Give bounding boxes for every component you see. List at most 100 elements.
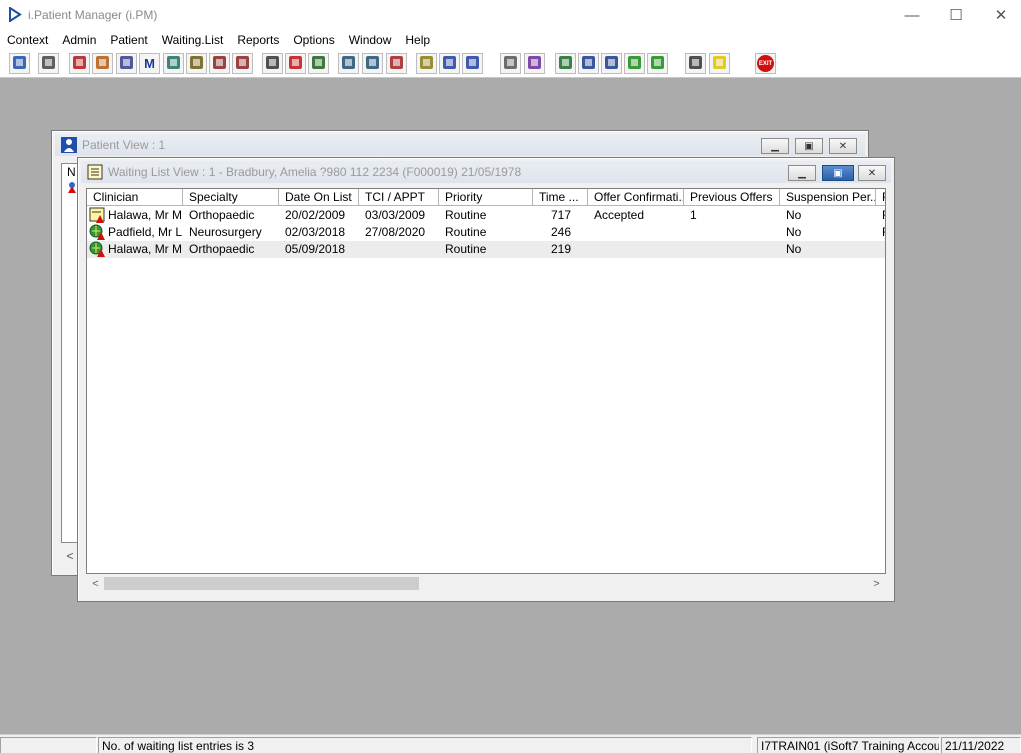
blank-document-toolbar-button[interactable]: [500, 53, 521, 74]
cell-time: 219: [550, 242, 571, 256]
menu-waiting-list[interactable]: Waiting.List: [155, 30, 231, 50]
clock-toolbar-button[interactable]: [285, 53, 306, 74]
horizontal-scrollbar[interactable]: < >: [87, 575, 885, 592]
menu-patient[interactable]: Patient: [103, 30, 154, 50]
ambulance-alt-icon: [234, 54, 251, 74]
grid-header: Clinician Specialty Date On List TCI / APPT…: [87, 189, 885, 206]
id-card-icon: [340, 54, 357, 74]
cell-date-on-list: 05/09/2018: [285, 242, 346, 256]
column-header-0[interactable]: Clinician: [87, 189, 183, 206]
patient-view-close-button[interactable]: ✕: [829, 138, 857, 154]
waiting-list-alert-icon: [89, 207, 106, 224]
cell-suspension: No: [786, 208, 802, 222]
id-card-toolbar-button[interactable]: [338, 53, 359, 74]
memo-toolbar-button[interactable]: [416, 53, 437, 74]
column-header-2[interactable]: Date On List: [279, 189, 359, 206]
green-arrow-down-toolbar-button[interactable]: [624, 53, 645, 74]
status-entries: No. of waiting list entries is 3: [98, 737, 752, 753]
exit-toolbar-button[interactable]: EXIT: [755, 53, 776, 74]
card-edit-icon: [364, 54, 381, 74]
green-arrow-up-toolbar-button[interactable]: [647, 53, 668, 74]
cell-clinician: Halawa, Mr M: [108, 242, 183, 256]
cell-specialty: Orthopaedic: [189, 242, 255, 256]
globe-icon: [557, 54, 574, 74]
checklist-down-toolbar-button[interactable]: [601, 53, 622, 74]
patient-view-minimize-button[interactable]: ▁: [761, 138, 789, 154]
column-header-4[interactable]: Priority: [439, 189, 533, 206]
patient-icon: [61, 137, 77, 153]
notepad-toolbar-button[interactable]: [186, 53, 207, 74]
close-button[interactable]: ✕: [978, 0, 1021, 30]
column-header-9[interactable]: F: [876, 189, 885, 206]
bed-toolbar-button[interactable]: [439, 53, 460, 74]
doctor-toolbar-button[interactable]: [163, 53, 184, 74]
swap-arrows-toolbar-button[interactable]: [685, 53, 706, 74]
table-row[interactable]: Padfield, Mr L Neurosurgery 02/03/2018 27/0…: [87, 224, 885, 241]
cell-extra: F: [882, 224, 885, 241]
clock-icon: [287, 54, 304, 74]
clock-cancel-toolbar-button[interactable]: [386, 53, 407, 74]
column-header-3[interactable]: TCI / APPT: [359, 189, 439, 206]
patient-view-titlebar[interactable]: Patient View : 1 ▁ ▣ ✕: [55, 134, 865, 156]
minimize-button[interactable]: —: [889, 0, 935, 30]
status-pane-empty: [0, 737, 97, 753]
printer-toolbar-button[interactable]: [38, 53, 59, 74]
house-toolbar-button[interactable]: [92, 53, 113, 74]
book-toolbar-button[interactable]: [69, 53, 90, 74]
clock-cancel-icon: [388, 54, 405, 74]
cell-suspension: No: [786, 225, 802, 239]
menu-reports[interactable]: Reports: [230, 30, 286, 50]
bar-chart-icon: [526, 54, 543, 74]
scroll-right-button[interactable]: >: [868, 575, 885, 592]
menu-admin[interactable]: Admin: [55, 30, 103, 50]
column-header-6[interactable]: Offer Confirmati...: [588, 189, 684, 206]
bed-icon: [441, 54, 458, 74]
column-header-1[interactable]: Specialty: [183, 189, 279, 206]
letter-m-toolbar-button[interactable]: M: [139, 53, 160, 74]
checklist-down-icon: [603, 54, 620, 74]
menu-help[interactable]: Help: [398, 30, 437, 50]
warning-toolbar-button[interactable]: [709, 53, 730, 74]
cell-date-on-list: 02/03/2018: [285, 225, 346, 239]
waiting-list-view-titlebar[interactable]: Waiting List View : 1 - Bradbury, Amelia…: [81, 161, 891, 183]
cell-time: 717: [550, 208, 571, 222]
monitor-toolbar-button[interactable]: [308, 53, 329, 74]
waiting-list-minimize-button[interactable]: ▁: [788, 165, 816, 181]
column-header-5[interactable]: Time ...: [533, 189, 588, 206]
waiting-list-restore-button[interactable]: ▣: [822, 165, 854, 181]
menu-context[interactable]: Context: [0, 30, 55, 50]
checklist-toolbar-button[interactable]: [578, 53, 599, 74]
waiting-list-close-button[interactable]: ✕: [858, 165, 886, 181]
column-header-8[interactable]: Suspension Per...: [780, 189, 876, 206]
book-icon: [71, 54, 88, 74]
waiting-list-grid[interactable]: Clinician Specialty Date On List TCI / APPT…: [86, 188, 886, 574]
column-header-7[interactable]: Previous Offers: [684, 189, 780, 206]
menu-window[interactable]: Window: [342, 30, 399, 50]
table-row[interactable]: Halawa, Mr M Orthopaedic 05/09/2018 Routine…: [87, 241, 885, 258]
bed-person-toolbar-button[interactable]: [462, 53, 483, 74]
bar-chart-toolbar-button[interactable]: [524, 53, 545, 74]
status-account: I7TRAIN01 (iSoft7 Training Account): [757, 737, 940, 753]
ambulance-alt-toolbar-button[interactable]: [232, 53, 253, 74]
glasses-toolbar-button[interactable]: [262, 53, 283, 74]
maximize-button[interactable]: ☐: [933, 0, 979, 30]
ambulance-toolbar-button[interactable]: [209, 53, 230, 74]
monitor-icon: [310, 54, 327, 74]
title-bar: i.Patient Manager (i.PM) — ☐ ✕: [0, 0, 1021, 30]
scrollbar-thumb[interactable]: [104, 577, 419, 590]
scroll-left-button[interactable]: <: [87, 575, 104, 592]
exit-icon: EXIT: [757, 55, 774, 72]
menu-options[interactable]: Options: [286, 30, 341, 50]
card-edit-toolbar-button[interactable]: [362, 53, 383, 74]
document-search-toolbar-button[interactable]: [116, 53, 137, 74]
cell-offer: Accepted: [594, 208, 645, 222]
patient-view-restore-button[interactable]: ▣: [795, 138, 823, 154]
cell-time: 246: [550, 225, 571, 239]
patient-view-title: Patient View : 1: [82, 138, 166, 152]
globe-toolbar-button[interactable]: [555, 53, 576, 74]
patient-toolbar-button[interactable]: [9, 53, 30, 74]
warning-icon: [711, 54, 728, 74]
table-row[interactable]: Halawa, Mr M Orthopaedic 20/02/2009 03/03/2…: [87, 207, 885, 224]
globe-alert-icon: [89, 241, 106, 258]
green-arrow-down-icon: [626, 54, 643, 74]
